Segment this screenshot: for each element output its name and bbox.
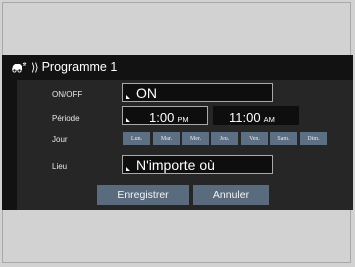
page-title: Programme 1 [41,60,118,74]
start-time-field[interactable]: 1:00 PM [122,106,208,125]
cursor-icon [126,167,130,171]
day-button-ven[interactable]: Ven. [241,132,268,145]
cursor-icon [126,118,130,122]
start-ampm: PM [177,115,189,124]
day-button-sam[interactable]: Sam. [270,132,297,145]
onoff-label: ON/OFF [52,90,83,99]
cursor-icon [126,95,130,99]
double-chevron-icon: ⟩⟩ [31,61,39,74]
end-time-field[interactable]: 11:00 AM [213,106,299,125]
day-button-mer[interactable]: Mer. [182,132,209,145]
lieu-field[interactable]: N'importe où [122,155,273,174]
title-bar: ⟩⟩ Programme 1 [2,55,353,79]
day-button-dim[interactable]: Dim. [300,132,327,145]
end-ampm: AM [263,115,275,124]
cancel-button[interactable]: Annuler [193,185,269,205]
onoff-value: ON [136,85,157,101]
end-time: 11:00 [229,110,261,125]
onoff-field[interactable]: ON [122,83,273,102]
navigation-screen: ⟩⟩ Programme 1 ON/OFF ON Période 1:00 PM … [2,55,353,210]
day-button-jeu[interactable]: Jeu. [211,132,238,145]
schedule-panel: ON/OFF ON Période 1:00 PM 11:00 AM Jour Lu… [17,80,353,210]
day-button-mar[interactable]: Mar. [153,132,180,145]
day-button-lun[interactable]: Lun. [123,132,150,145]
save-button[interactable]: Enregistrer [97,185,189,205]
jour-label: Jour [52,135,68,144]
start-time: 1:00 [149,110,175,125]
lieu-value: N'importe où [136,157,215,173]
car-phone-icon [11,61,27,73]
periode-label: Période [52,114,80,123]
lieu-label: Lieu [52,162,68,171]
